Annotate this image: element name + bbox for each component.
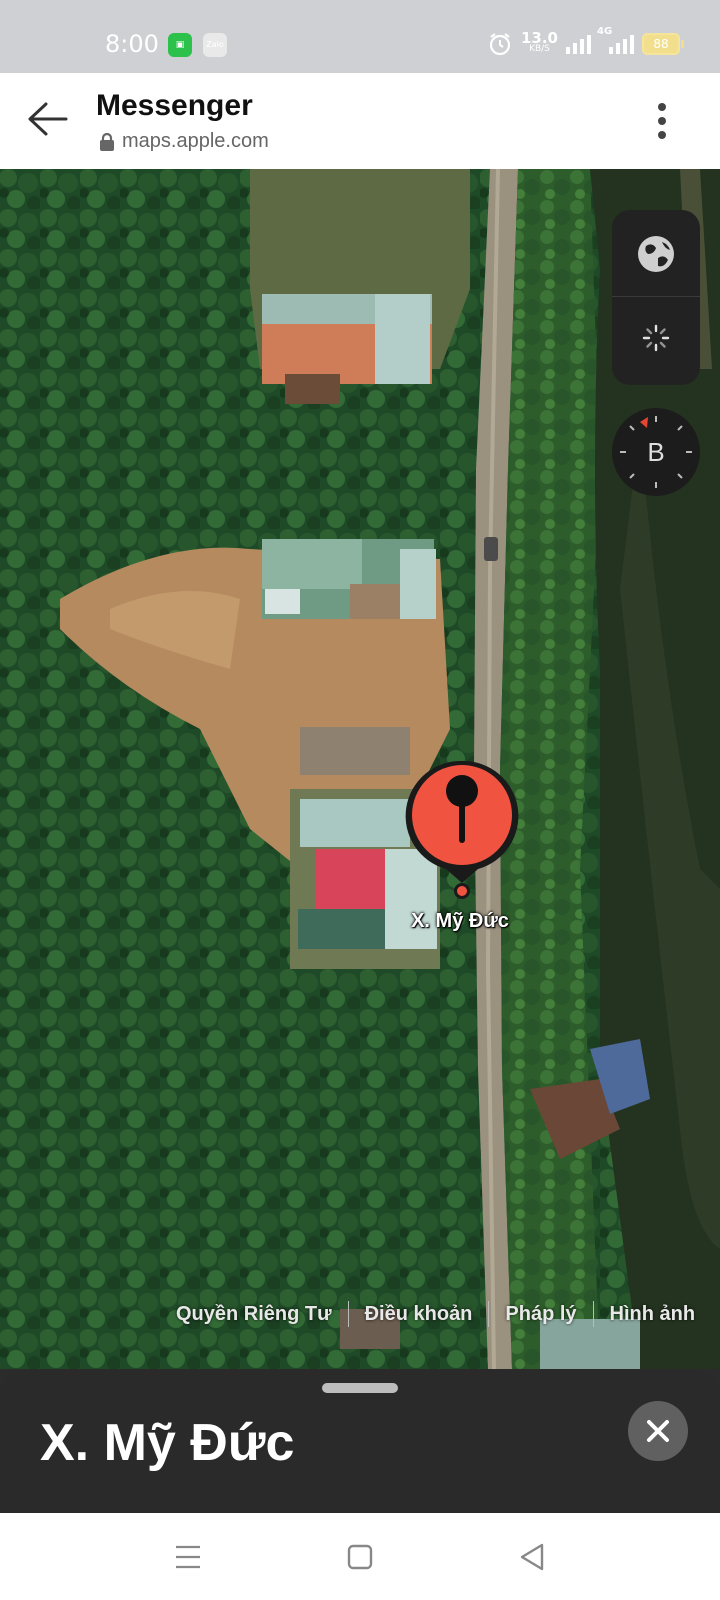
pin-label[interactable]: X. Mỹ Đức <box>380 910 540 933</box>
battery-level: 88 <box>653 37 669 51</box>
status-indicators: 13.0 KB/S 4G 88 <box>487 26 684 58</box>
signal-icon <box>566 34 591 54</box>
signal-icon-2 <box>609 34 634 54</box>
sheet-grabber[interactable] <box>322 1383 398 1393</box>
zalo-app-icon: Zalo <box>203 33 227 57</box>
network-type: 4G <box>597 26 613 37</box>
place-title: X. Mỹ Đức <box>40 1414 295 1472</box>
home-square-icon[interactable] <box>340 1537 380 1577</box>
url-text: maps.apple.com <box>122 130 269 152</box>
battery-icon: 88 <box>642 33 684 55</box>
legal-link[interactable]: Pháp lý <box>489 1303 592 1326</box>
zalo-label: Zalo <box>206 40 224 49</box>
compass-button[interactable]: B <box>612 408 700 496</box>
alarm-icon <box>489 33 511 56</box>
privacy-link[interactable]: Quyền Riêng Tư <box>160 1303 348 1326</box>
mobile-data-indicator: 4G <box>597 26 634 54</box>
status-bar: 8:00 ▣ Zalo 13.0 KB/S 4G 88 <box>0 0 720 73</box>
spinner-icon[interactable] <box>642 324 670 352</box>
menu-icon[interactable] <box>168 1537 208 1577</box>
controls-divider <box>612 296 700 297</box>
page-title: Messenger <box>96 89 253 122</box>
browser-header: Messenger maps.apple.com <box>0 73 720 169</box>
url-display[interactable]: maps.apple.com <box>98 130 269 153</box>
status-time: 8:00 <box>105 30 159 58</box>
terms-link[interactable]: Điều khoản <box>349 1303 489 1326</box>
wechat-app-icon: ▣ <box>168 33 192 57</box>
system-nav-bar <box>0 1513 720 1600</box>
back-triangle-icon[interactable] <box>512 1537 552 1577</box>
close-button[interactable] <box>628 1401 688 1461</box>
close-icon <box>647 1420 669 1442</box>
network-speed: 13.0 KB/S <box>521 31 558 55</box>
map-legal-links: Quyền Riêng Tư Điều khoản Pháp lý Hình ả… <box>160 1298 711 1330</box>
place-sheet[interactable]: X. Mỹ Đức <box>0 1369 720 1513</box>
lock-icon <box>100 132 114 151</box>
imagery-link[interactable]: Hình ảnh <box>594 1303 712 1326</box>
arrow-left-icon[interactable] <box>24 95 72 143</box>
map-controls <box>612 210 700 385</box>
map-pin-marker[interactable] <box>402 757 522 907</box>
compass-label: B <box>647 437 665 467</box>
globe-icon[interactable] <box>634 232 678 276</box>
more-vertical-icon[interactable] <box>650 99 674 143</box>
